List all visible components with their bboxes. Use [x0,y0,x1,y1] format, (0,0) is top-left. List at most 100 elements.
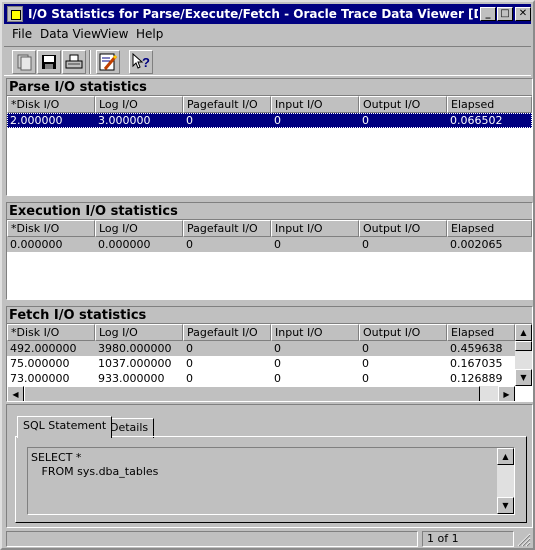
menu-view[interactable]: View [100,27,128,41]
col-output-io[interactable]: Output I/O [359,96,447,113]
cell-pagefault-io: 0 [186,114,193,127]
cell-output-io: 0 [362,114,369,127]
menu-bar: File Data View View Help [4,25,531,44]
edit-icon [99,53,118,71]
cell-pagefault-io: 0 [186,238,193,251]
print-icon [65,54,83,69]
cell-input-io: 0 [274,114,281,127]
context-help-icon: ? [132,52,150,70]
hscroll-thumb[interactable] [24,386,480,401]
col-log-io[interactable]: Log I/O [95,96,183,113]
scroll-thumb[interactable] [515,341,532,351]
cell-log-io: 933.000000 [98,372,165,385]
cell-output-io: 0 [362,372,369,385]
cell-input-io: 0 [274,238,281,251]
sql-line: SELECT * [31,451,82,464]
cell-elapsed: 0.066502 [450,114,503,127]
col-disk-io[interactable]: *Disk I/O [7,324,95,341]
fetch-vertical-scrollbar[interactable]: ▲ ▼ [515,324,532,386]
cell-elapsed: 0.167035 [450,357,503,370]
save-button[interactable] [37,50,61,74]
scroll-right-button[interactable]: ▶ [498,386,515,401]
menu-help[interactable]: Help [136,27,163,41]
table-row[interactable]: 0.000000 0.000000 0 0 0 0.002065 [7,237,532,252]
sql-statement-text: SELECT * FROM sys.dba_tables ▲ ▼ [27,447,515,515]
fetch-horizontal-scrollbar[interactable]: ◀ ▶ [7,386,515,401]
cell-elapsed: 0.002065 [450,238,503,251]
table-row[interactable]: 2.000000 3.000000 0 0 0 0.066502 [7,113,532,128]
tab-content: SELECT * FROM sys.dba_tables ▲ ▼ [15,436,527,523]
toolbar-separator [89,50,91,74]
cell-output-io: 0 [362,357,369,370]
col-disk-io[interactable]: *Disk I/O [7,96,95,113]
cell-pagefault-io: 0 [186,372,193,385]
tab-sql-statement[interactable]: SQL Statement [17,416,113,438]
toolbar: ? [4,46,531,76]
col-pagefault-io[interactable]: Pagefault I/O [183,96,271,113]
table-row[interactable]: 492.000000 3980.000000 0 0 0 0.459638 [7,341,517,356]
sql-vertical-scrollbar[interactable]: ▲ ▼ [497,448,514,514]
table-row[interactable]: 75.000000 1037.000000 0 0 0 0.167035 [7,356,517,371]
scroll-down-button[interactable]: ▼ [515,369,532,386]
cell-disk-io: 2.000000 [10,114,63,127]
cell-disk-io: 75.000000 [10,357,70,370]
fetch-grid-header: *Disk I/O Log I/O Pagefault I/O Input I/… [7,324,517,341]
cell-disk-io: 73.000000 [10,372,70,385]
col-log-io[interactable]: Log I/O [95,324,183,341]
details-panel: SQL Statement Details SELECT * FROM sys.… [6,404,533,528]
col-log-io[interactable]: Log I/O [95,220,183,237]
fetch-pane-title: Fetch I/O statistics [7,307,532,324]
title-bar[interactable]: I/O Statistics for Parse/Execute/Fetch -… [4,4,531,24]
cell-log-io: 0.000000 [98,238,151,251]
edit-button[interactable] [96,50,120,74]
cell-log-io: 3.000000 [98,114,151,127]
cell-output-io: 0 [362,342,369,355]
menu-file[interactable]: File [12,27,32,41]
parse-pane-title: Parse I/O statistics [7,79,532,96]
col-pagefault-io[interactable]: Pagefault I/O [183,324,271,341]
cell-disk-io: 492.000000 [10,342,77,355]
scroll-up-button[interactable]: ▲ [497,448,514,465]
minimize-button[interactable]: _ [480,7,496,21]
col-elapsed[interactable]: Elapsed [447,96,532,113]
col-output-io[interactable]: Output I/O [359,220,447,237]
col-input-io[interactable]: Input I/O [271,96,359,113]
table-row[interactable]: 73.000000 933.000000 0 0 0 0.126889 [7,371,517,386]
resize-grip-icon[interactable] [517,533,531,547]
scroll-left-button[interactable]: ◀ [7,386,24,401]
scroll-down-button[interactable]: ▼ [497,497,514,514]
cell-pagefault-io: 0 [186,342,193,355]
cell-log-io: 1037.000000 [98,357,172,370]
col-input-io[interactable]: Input I/O [271,220,359,237]
cell-output-io: 0 [362,238,369,251]
menu-data-view[interactable]: Data View [40,27,101,41]
col-pagefault-io[interactable]: Pagefault I/O [183,220,271,237]
parse-grid-header: *Disk I/O Log I/O Pagefault I/O Input I/… [7,96,532,113]
scroll-up-button[interactable]: ▲ [515,324,532,341]
save-icon [42,55,56,69]
cell-elapsed: 0.126889 [450,372,503,385]
sql-line: FROM sys.dba_tables [31,465,159,478]
open-icon [17,54,32,71]
execution-pane-title: Execution I/O statistics [7,203,532,220]
col-elapsed[interactable]: Elapsed [447,324,515,341]
cell-elapsed: 0.459638 [450,342,503,355]
cell-disk-io: 0.000000 [10,238,63,251]
maximize-button[interactable]: □ [497,7,513,21]
col-elapsed[interactable]: Elapsed [447,220,532,237]
app-icon [7,6,23,22]
cell-pagefault-io: 0 [186,357,193,370]
status-message [6,531,418,547]
print-button[interactable] [62,50,86,74]
open-button[interactable] [12,50,36,74]
cell-input-io: 0 [274,357,281,370]
status-page: 1 of 1 [422,531,514,547]
col-input-io[interactable]: Input I/O [271,324,359,341]
main-window: I/O Statistics for Parse/Execute/Fetch -… [0,0,535,550]
close-button[interactable]: ✕ [515,7,531,21]
col-disk-io[interactable]: *Disk I/O [7,220,95,237]
status-bar: 1 of 1 [4,530,531,548]
col-output-io[interactable]: Output I/O [359,324,447,341]
execution-pane: Execution I/O statistics *Disk I/O Log I… [6,202,533,300]
context-help-button[interactable]: ? [129,50,153,74]
